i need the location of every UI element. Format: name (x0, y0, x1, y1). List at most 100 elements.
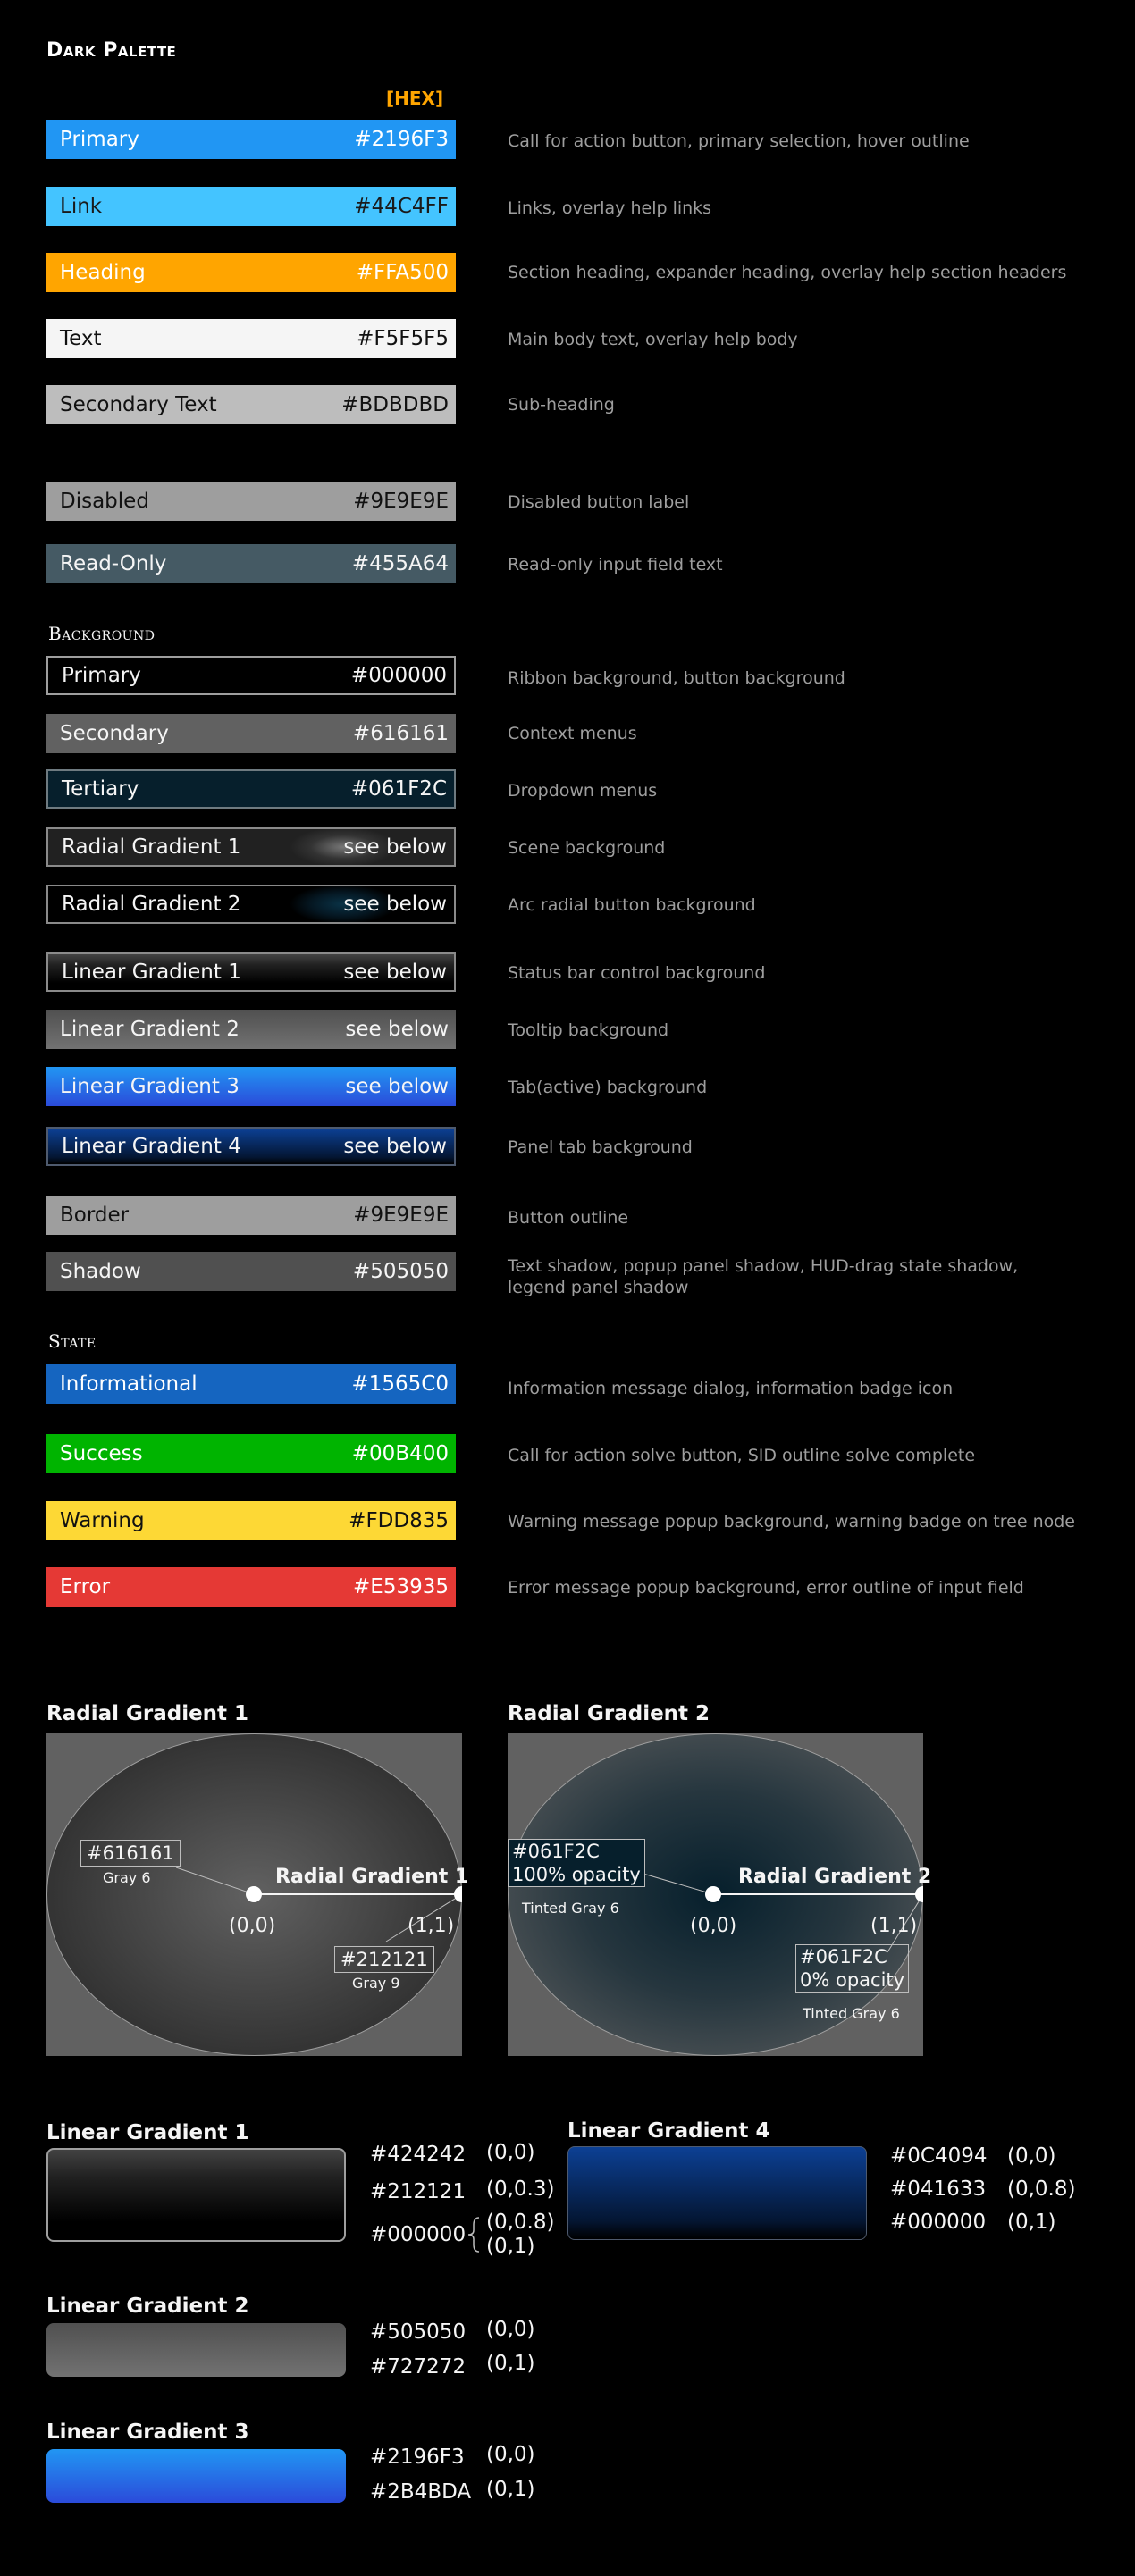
swatch-state-success: Success #00B400 (46, 1434, 456, 1473)
linear-gradient-2-title: Linear Gradient 2 (46, 2295, 249, 2318)
swatch-read-only: Read-Only #455A64 (46, 544, 456, 583)
linear-gradient-1-stop-2-pos: (0,0.3) (486, 2177, 555, 2201)
linear-gradient-4-stop-2-pos: (0,0.8) (1007, 2177, 1076, 2201)
swatch-description: Button outline (508, 1208, 629, 1228)
swatch-description: Context menus (508, 724, 637, 743)
linear-gradient-1-title: Linear Gradient 1 (46, 2121, 249, 2144)
radial-gradient-1-edge-coord: (1,1) (408, 1915, 455, 1937)
linear-gradient-3-title: Linear Gradient 3 (46, 2421, 249, 2444)
linear-gradient-4-stop-2-hex: #041633 (890, 2177, 987, 2201)
swatch-name: Heading (60, 261, 146, 284)
swatch-name: Primary (60, 128, 139, 151)
radial-gradient-1-label: Radial Gradient 1 (275, 1866, 469, 1888)
radial-gradient-2-title: Radial Gradient 2 (508, 1702, 710, 1725)
linear-gradient-1-stop-1-pos: (0,0) (486, 2141, 535, 2164)
linear-gradient-4-stop-1-hex: #0C4094 (890, 2144, 988, 2168)
swatch-link: Link #44C4FF (46, 187, 456, 226)
section-title-background: Background (48, 623, 156, 644)
swatch-description: Error message popup background, error ou… (508, 1578, 1024, 1598)
swatch-state-warning: Warning #FDD835 (46, 1501, 456, 1540)
swatch-description: Arc radial button background (508, 895, 756, 915)
section-title-state: State (48, 1330, 97, 1352)
swatch-hex: see below (343, 961, 447, 984)
swatch-description: Panel tab background (508, 1137, 693, 1157)
swatch-bg-linear-gradient-2: Linear Gradient 2 see below (46, 1010, 456, 1049)
swatch-description: Warning message popup background, warnin… (508, 1512, 1075, 1531)
swatch-text: Text #F5F5F5 (46, 319, 456, 358)
radial-gradient-1-callout-outer: #212121 (334, 1946, 434, 1973)
radial-gradient-2-callout-inner-opacity: 100% opacity (512, 1864, 641, 1885)
linear-gradient-3-sample (46, 2449, 346, 2503)
linear-gradient-2-stop-1-hex: #505050 (370, 2320, 467, 2344)
radial-gradient-2-callout-inner: #061F2C 100% opacity (508, 1839, 645, 1887)
linear-gradient-1-bracket (467, 2217, 480, 2253)
swatch-hex: #2196F3 (354, 128, 449, 151)
linear-gradient-3-stop-2-pos: (0,1) (486, 2478, 535, 2501)
swatch-hex: #9E9E9E (353, 490, 449, 513)
swatch-hex: #00B400 (351, 1442, 449, 1465)
radial-gradient-2-edge-coord: (1,1) (870, 1915, 918, 1937)
linear-gradient-1-stop-2-hex: #212121 (370, 2180, 467, 2203)
swatch-description: Call for action button, primary selectio… (508, 131, 970, 151)
linear-gradient-1-stop-1-hex: #424242 (370, 2143, 467, 2166)
swatch-hex: see below (345, 1075, 449, 1098)
swatch-description: Disabled button label (508, 492, 690, 512)
swatch-description: Main body text, overlay help body (508, 330, 798, 349)
swatch-hex: #FDD835 (349, 1509, 449, 1532)
swatch-description: Tab(active) background (508, 1078, 708, 1097)
swatch-description: Section heading, expander heading, overl… (508, 263, 1067, 282)
hex-column-header: [HEX] (386, 88, 444, 109)
swatch-name: Radial Gradient 1 (62, 835, 241, 859)
linear-gradient-2-stop-2-hex: #727272 (370, 2355, 467, 2379)
radial-gradient-2-callout-outer: #061F2C 0% opacity (795, 1944, 910, 1993)
swatch-hex: see below (343, 893, 447, 916)
radial-gradient-1-center-coord: (0,0) (229, 1915, 276, 1937)
swatch-description: Read-only input field text (508, 555, 723, 575)
swatch-hex: see below (345, 1018, 449, 1041)
swatch-bg-secondary: Secondary #616161 (46, 714, 456, 753)
swatch-hex: #061F2C (350, 777, 447, 801)
swatch-name: Secondary (60, 722, 169, 745)
swatch-name: Primary (62, 664, 141, 687)
swatch-name: Border (60, 1204, 130, 1227)
swatch-name: Disabled (60, 490, 149, 513)
swatch-bg-linear-gradient-3: Linear Gradient 3 see below (46, 1067, 456, 1106)
swatch-bg-linear-gradient-4: Linear Gradient 4 see below (46, 1127, 456, 1166)
swatch-bg-linear-gradient-1: Linear Gradient 1 see below (46, 952, 456, 992)
radial-gradient-1-title: Radial Gradient 1 (46, 1702, 249, 1725)
page-title: Dark Palette (46, 39, 177, 62)
swatch-hex: #9E9E9E (353, 1204, 449, 1227)
swatch-description: Information message dialog, information … (508, 1379, 954, 1398)
swatch-name: Error (60, 1575, 111, 1598)
swatch-hex: #FFA500 (356, 261, 449, 284)
swatch-description: Call for action solve button, SID outlin… (508, 1446, 976, 1465)
swatch-bg-border: Border #9E9E9E (46, 1196, 456, 1235)
linear-gradient-4-stop-1-pos: (0,0) (1007, 2144, 1056, 2168)
swatch-heading: Heading #FFA500 (46, 253, 456, 292)
swatch-bg-radial-gradient-2: Radial Gradient 2 see below (46, 885, 456, 924)
linear-gradient-1-stop-3-hex: #000000 (370, 2223, 467, 2246)
swatch-name: Radial Gradient 2 (62, 893, 241, 916)
swatch-name: Linear Gradient 4 (62, 1135, 241, 1158)
swatch-name: Success (60, 1442, 143, 1465)
swatch-disabled: Disabled #9E9E9E (46, 482, 456, 521)
radial-gradient-1-callout-inner-sub: Gray 6 (103, 1869, 151, 1886)
radial-gradient-1-callout-outer-sub: Gray 9 (352, 1975, 400, 1992)
swatch-hex: #616161 (352, 722, 449, 745)
swatch-hex: see below (343, 1135, 447, 1158)
swatch-hex: #BDBDBD (341, 393, 449, 416)
linear-gradient-3-stop-1-hex: #2196F3 (370, 2446, 465, 2469)
radial-gradient-2-diagram: Radial Gradient 2 (0,0) (1,1) #061F2C 10… (508, 1733, 931, 2056)
radial-gradient-1-diagram: Radial Gradient 1 (0,0) (1,1) #616161 Gr… (46, 1733, 468, 2056)
swatch-name: Shadow (60, 1260, 141, 1283)
swatch-name: Link (60, 195, 103, 218)
linear-gradient-3-stop-1-pos: (0,0) (486, 2443, 535, 2466)
radial-gradient-1-callout-inner: #616161 (80, 1840, 181, 1867)
swatch-description: Dropdown menus (508, 781, 658, 801)
swatch-name: Tertiary (62, 777, 139, 801)
radial-gradient-2-callout-inner-hex: #061F2C (512, 1841, 600, 1862)
linear-gradient-3-stop-2-hex: #2B4BDA (370, 2480, 472, 2504)
radial-gradient-2-callout-outer-sub: Tinted Gray 6 (803, 2005, 900, 2022)
linear-gradient-4-stop-3-hex: #000000 (890, 2211, 987, 2234)
linear-gradient-2-stop-1-pos: (0,0) (486, 2318, 535, 2341)
